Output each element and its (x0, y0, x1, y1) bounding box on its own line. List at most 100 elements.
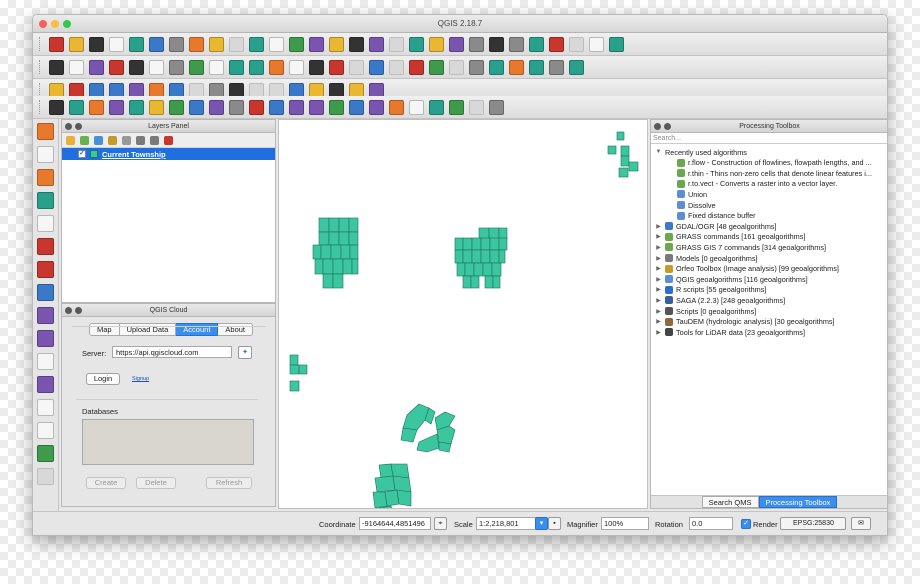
new-map-view-icon[interactable] (369, 36, 384, 52)
add-feature-icon[interactable] (89, 59, 104, 75)
delete-selected-icon[interactable] (149, 59, 164, 75)
gps-icon[interactable] (509, 59, 524, 75)
statistics-icon[interactable] (529, 36, 544, 52)
help-icon[interactable] (609, 36, 624, 52)
layer-item-current-township[interactable]: ✓ Current Township (62, 148, 275, 160)
close-panel-icon[interactable] (65, 307, 72, 314)
remove-layer-icon[interactable] (164, 135, 173, 145)
pin-label-icon[interactable] (249, 59, 264, 75)
vertex-icon[interactable] (69, 99, 84, 115)
expand-arrow-right-icon[interactable]: ▶ (655, 329, 662, 336)
refresh-button[interactable]: Refresh (206, 477, 252, 489)
close-panel-icon[interactable] (65, 123, 72, 130)
node-tool-icon[interactable] (129, 59, 144, 75)
north-arrow-3-icon[interactable] (209, 99, 224, 115)
plugin-b-icon[interactable] (449, 59, 464, 75)
zoom-to-selection-icon[interactable] (269, 36, 284, 52)
plugin-c-icon[interactable] (469, 59, 484, 75)
expand-arrow-right-icon[interactable]: ▶ (655, 255, 662, 262)
township-cluster-upper-left[interactable] (312, 217, 359, 289)
scale-field[interactable]: 1:2,218,801 (476, 517, 536, 530)
label-tool-3-icon[interactable] (369, 99, 384, 115)
snap-icon[interactable] (49, 99, 64, 115)
add-group-icon[interactable] (80, 135, 89, 145)
provider-item[interactable]: ▼ Recently used algorithms (655, 147, 747, 157)
segment-icon[interactable] (89, 99, 104, 115)
expand-all-icon[interactable] (136, 135, 145, 145)
save-edits-icon[interactable] (69, 59, 84, 75)
township-cluster-bottom[interactable] (372, 463, 412, 509)
provider-item[interactable]: ▶ Models [0 geoalgorithms] (655, 253, 757, 263)
qgis-cloud-icon[interactable] (37, 468, 54, 485)
processing-icon[interactable] (529, 59, 544, 75)
layer-visibility-checkbox[interactable]: ✓ (78, 150, 86, 158)
create-button[interactable]: Create (86, 477, 126, 489)
add-oracle-icon[interactable] (37, 399, 54, 416)
filter-icon[interactable] (108, 135, 117, 145)
expand-arrow-right-icon[interactable]: ▶ (655, 297, 662, 304)
save-as-icon[interactable] (109, 36, 124, 52)
add-wcs-icon[interactable] (289, 99, 304, 115)
server-field[interactable]: https://api.qgiscloud.com (112, 346, 232, 358)
search-plugin-icon[interactable] (549, 59, 564, 75)
add-wms-server-icon[interactable] (37, 422, 54, 439)
tab-processing-toolbox[interactable]: Processing Toolbox (758, 496, 838, 508)
add-raster-icon[interactable] (37, 146, 54, 163)
float-panel-icon[interactable] (75, 307, 82, 314)
manage-visibility-icon[interactable] (94, 135, 103, 145)
text-annotation-icon[interactable] (589, 36, 604, 52)
provider-item[interactable]: ▶ Tools for LiDAR data [23 geoalgorithms] (655, 327, 805, 337)
collapse-all-icon[interactable] (150, 135, 159, 145)
zoom-native-icon[interactable] (309, 36, 324, 52)
field-calculator-icon[interactable] (509, 36, 524, 52)
label-tool-8-icon[interactable] (469, 99, 484, 115)
show-label-icon[interactable] (269, 59, 284, 75)
zoom-last-icon[interactable] (329, 36, 344, 52)
minimize-window-button[interactable] (51, 20, 59, 28)
edit-icon[interactable] (49, 59, 64, 75)
provider-item[interactable]: ▶ GRASS commands [161 geoalgorithms] (655, 232, 805, 242)
annotation-icon[interactable] (569, 36, 584, 52)
new-project-icon[interactable] (49, 36, 64, 52)
algorithm-item[interactable]: Union (677, 189, 707, 199)
new-print-composer-icon[interactable] (129, 36, 144, 52)
expand-arrow-down-icon[interactable]: ▼ (655, 149, 662, 155)
provider-item[interactable]: ▶ GDAL/OGR [48 geoalgorithms] (655, 221, 776, 231)
add-wfs-layer-icon[interactable] (37, 307, 54, 324)
expand-arrow-right-icon[interactable]: ▶ (655, 244, 662, 251)
algorithm-item[interactable]: r.flow - Construction of flowlines, flow… (677, 158, 872, 168)
zoom-full-icon[interactable] (249, 36, 264, 52)
style-icon[interactable] (66, 135, 75, 145)
move-feature-icon[interactable] (109, 59, 124, 75)
expand-arrow-right-icon[interactable]: ▶ (655, 318, 662, 325)
plugin-a-icon[interactable] (429, 59, 444, 75)
python-icon[interactable] (409, 59, 424, 75)
checker-icon[interactable] (129, 99, 144, 115)
expand-arrow-right-icon[interactable]: ▶ (655, 223, 662, 230)
provider-item[interactable]: ▶ SAGA (2.2.3) [248 geoalgorithms] (655, 295, 785, 305)
add-spatialite-icon[interactable] (37, 192, 54, 209)
close-panel-icon[interactable] (654, 123, 661, 130)
label-tool-9-icon[interactable] (489, 99, 504, 115)
label-tool-4-icon[interactable] (389, 99, 404, 115)
float-panel-icon[interactable] (664, 123, 671, 130)
identify-icon[interactable] (409, 36, 424, 52)
expand-arrow-right-icon[interactable]: ▶ (655, 308, 662, 315)
coordinate-toggle-icon[interactable]: ⌖ (434, 517, 447, 530)
expand-arrow-right-icon[interactable]: ▶ (655, 286, 662, 293)
db-manager-icon[interactable] (349, 59, 364, 75)
globe-icon[interactable] (369, 59, 384, 75)
pan-to-selection-icon[interactable] (189, 36, 204, 52)
label-tool-6-icon[interactable] (429, 99, 444, 115)
add-postgis-icon[interactable] (37, 215, 54, 232)
expand-arrow-right-icon[interactable]: ▶ (655, 276, 662, 283)
map-canvas[interactable] (278, 119, 648, 509)
toolbar-handle[interactable] (39, 100, 42, 114)
float-panel-icon[interactable] (75, 123, 82, 130)
zoom-out-icon[interactable] (229, 36, 244, 52)
toolbar-handle[interactable] (39, 37, 42, 51)
add-wms-icon[interactable] (249, 99, 264, 115)
attribute-table-icon[interactable] (489, 36, 504, 52)
change-label-icon[interactable] (329, 59, 344, 75)
label-tool-icon[interactable] (329, 99, 344, 115)
